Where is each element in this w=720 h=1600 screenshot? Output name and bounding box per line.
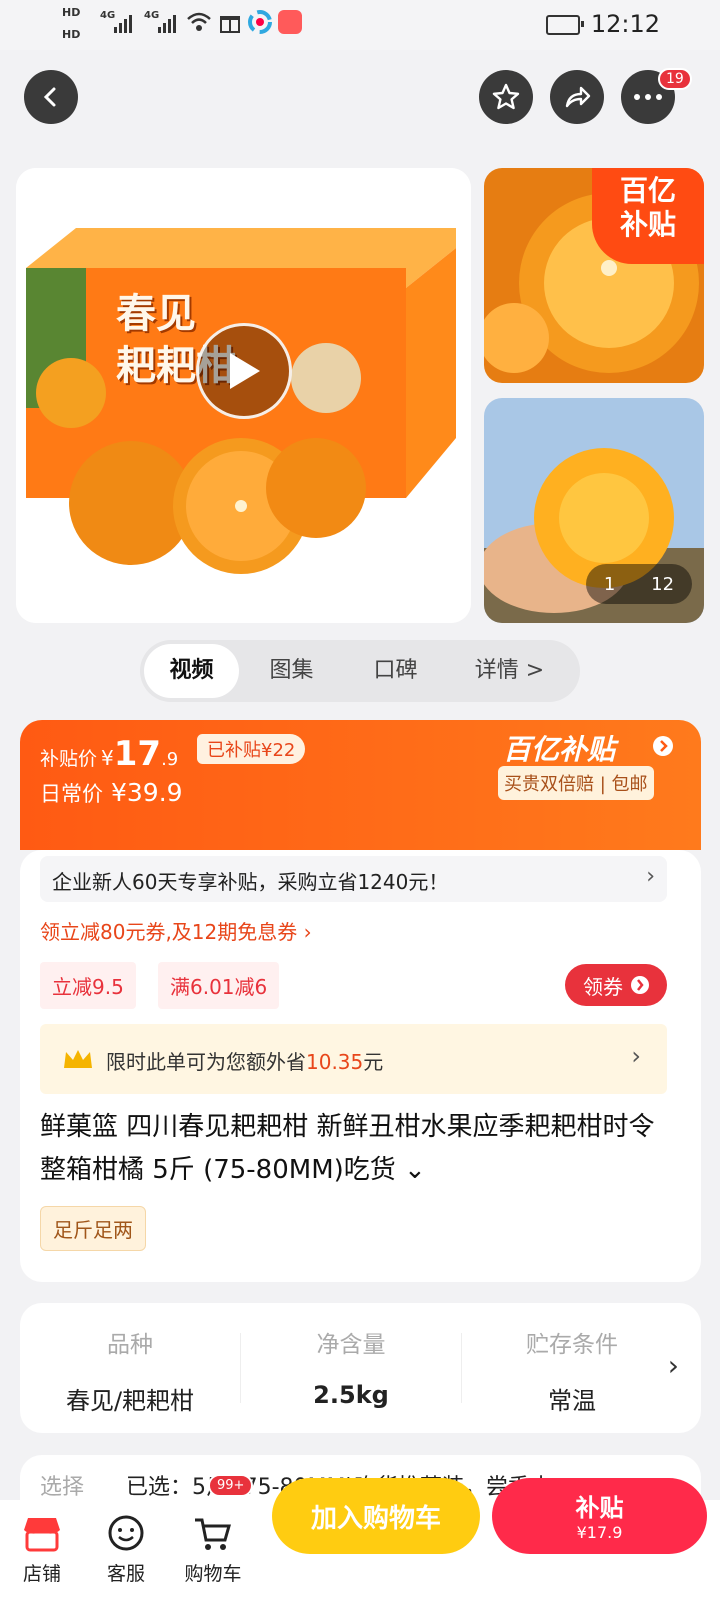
product-attributes[interactable]: 品种 春见/耙耙柑 净含量 2.5kg 贮存条件 常温 › [20,1303,701,1433]
bottom-action-bar: 店铺 客服 购物车 99+ 加入购物车 补贴 ¥17.9 [0,1474,720,1600]
chevron-right-icon [631,976,649,994]
customer-service-label: 客服 [106,1563,145,1585]
cart-count-badge: 99+ [208,1474,254,1497]
attribute-variety: 品种 春见/耙耙柑 [20,1325,240,1416]
subsidy-info-icon[interactable] [653,736,673,756]
back-arrow-icon [43,87,56,107]
cart-label: 购物车 [184,1563,242,1585]
share-icon [565,86,591,108]
extra-savings-suffix: 元 [363,1050,384,1074]
subsidy-price-label: 补贴价 [40,748,98,770]
image-counter-current: 1 [603,573,616,595]
battery-icon [546,15,584,35]
share-button[interactable] [550,70,604,124]
signal-icon-1 [114,14,134,34]
add-to-cart-button[interactable]: 加入购物车 [272,1478,480,1554]
discount-tag: 立减9.5 [40,962,136,1009]
weight-guarantee-tag: 足斤足两 [40,1206,146,1251]
enterprise-banner-text: 企业新人60天专享补贴，采购立省1240元！ [52,870,449,894]
hd-indicator-2: HD [62,28,81,41]
price-decimal: .9 [161,749,179,770]
hd-indicator-1: HD [62,6,81,19]
product-info-card: 企业新人60天专享补贴，采购立省1240元！ › 领立减80元券,及12期免息券… [20,850,701,1282]
price-integer: 17 [113,734,162,774]
guarantee-tag[interactable]: 买贵双倍赔 | 包邮 [498,766,654,800]
get-coupon-label: 领券 [583,974,623,999]
network-label-1: 4G [100,10,116,21]
enterprise-arrow-icon: › [646,864,655,889]
chat-smile-icon [108,1515,144,1551]
subsidy-brand-logo: 百亿补贴 [503,733,616,766]
subsidy-price: 补贴价 ¥ 17 .9 [40,734,178,774]
gallery-thumbnail-2[interactable]: 1 12 [484,398,704,623]
image-counter-total: 12 [651,573,675,595]
extra-savings-banner[interactable]: 限时此单可为您额外省10.35元 › [40,1024,667,1094]
play-icon [230,353,260,389]
extra-savings-text: 限时此单可为您额外省10.35元 [106,1046,383,1075]
attribute-label: 净含量 [316,1332,386,1358]
daily-price-label: 日常价 [40,782,103,806]
chevron-right-icon: › [667,1349,679,1382]
buy-now-price: ¥17.9 [576,1523,623,1542]
buy-now-label: 补贴 [575,1494,624,1522]
attribute-value: 2.5kg [313,1381,389,1409]
app-logo-icon [248,10,272,38]
attribute-storage: 贮存条件 常温 [462,1325,682,1416]
clock: 12:12 [590,10,660,38]
tab-gallery[interactable]: 图集 [244,640,339,702]
subsidy-corner-bottom: 补贴 [619,208,676,241]
attribute-label: 品种 [107,1332,153,1358]
image-counter: 1 12 [586,564,692,604]
gift-icon [218,10,242,38]
attribute-value: 常温 [548,1387,596,1415]
back-button[interactable] [24,70,78,124]
gallery-thumbnail-1[interactable]: 百亿 补贴 [484,168,704,383]
price-symbol: ¥ [101,746,114,770]
daily-price-value: ¥39.9 [111,778,183,807]
attribute-label: 贮存条件 [526,1332,618,1358]
daily-price: 日常价 ¥39.9 [40,778,183,808]
cart-button[interactable]: 购物车 [178,1514,248,1586]
add-to-cart-label: 加入购物车 [310,1503,441,1534]
tab-video[interactable]: 视频 [144,644,239,698]
network-label-2: 4G [144,10,160,21]
coupon-offer-link[interactable]: 领立减80元券,及12期免息券 › [40,916,312,945]
shop-label: 店铺 [22,1563,61,1585]
price-banner: 补贴价 ¥ 17 .9 已补贴¥22 日常价 ¥39.9 百亿补贴 买贵双倍赔 … [20,720,701,850]
enterprise-banner[interactable]: 企业新人60天专享补贴，采购立省1240元！ › [40,856,667,902]
status-bar: HD HD 4G 4G 12:12 [0,0,720,50]
attribute-net-weight: 净含量 2.5kg [241,1325,461,1409]
subsidy-corner-badge: 百亿 补贴 [592,168,704,264]
spec-select-label: 选择 [40,1475,85,1500]
notification-badge: 19 [658,68,692,90]
extra-savings-prefix: 限时此单可为您额外省 [106,1050,306,1074]
get-coupon-button[interactable]: 领券 [565,964,667,1006]
extra-savings-amount: 10.35 [306,1050,364,1074]
attribute-value: 春见/耙耙柑 [65,1387,195,1415]
signal-icon-2 [158,14,178,34]
shop-button[interactable]: 店铺 [14,1514,70,1586]
media-tabs: 视频 图集 口碑 详情 > [140,640,580,702]
cart-icon [195,1518,231,1550]
crown-icon [64,1050,92,1068]
threshold-discount-tag: 满6.01减6 [158,962,280,1009]
app-notification-icon [278,10,302,34]
play-button[interactable] [196,323,292,419]
favorite-button[interactable] [479,70,533,124]
customer-service-button[interactable]: 客服 [98,1514,154,1586]
buy-now-button[interactable]: 补贴 ¥17.9 [492,1478,707,1554]
extra-savings-arrow-icon: › [631,1042,641,1070]
star-icon [492,83,520,110]
product-title[interactable]: 鲜菓篮 四川春见耙耙柑 新鲜丑柑水果应季耙耙柑时令整箱柑橘 5斤 (75-80M… [40,1106,670,1192]
tab-reviews[interactable]: 口碑 [348,640,443,702]
wifi-icon [186,10,212,38]
subsidy-corner-top: 百亿 [619,174,676,207]
tab-details[interactable]: 详情 > [452,640,567,702]
shop-icon [24,1518,60,1552]
more-dots-icon [634,94,662,100]
subsidized-amount-badge: 已补贴¥22 [197,734,306,764]
product-video-cover[interactable]: 春见 耙耙柑 [16,168,471,623]
